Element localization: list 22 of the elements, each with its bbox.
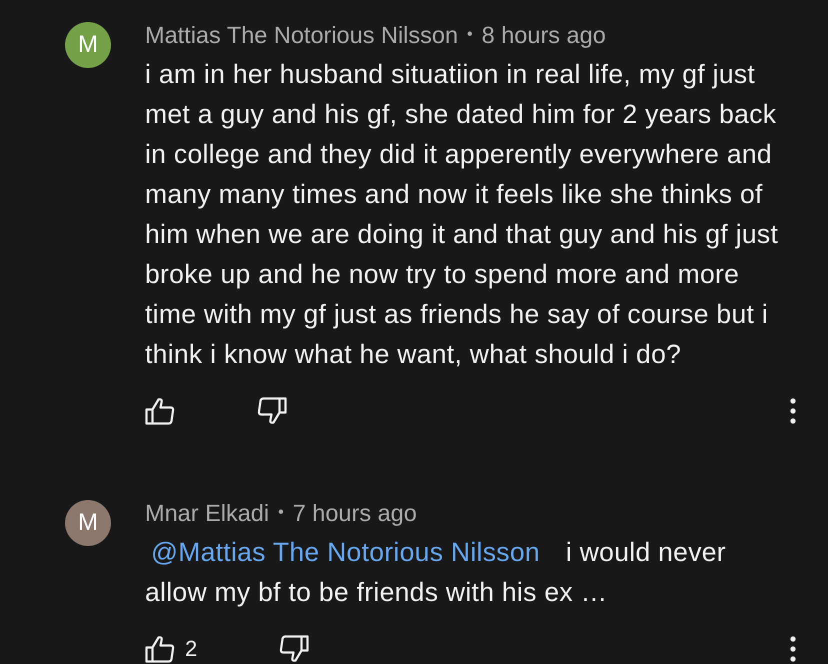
comment-text: i am in her husband situatiion in real life, my gf just met a guy and his gf, she dated him for 2 years back in college and they did it apperently everywhere and many many times and now it feels like she thinks of him when we are doing it and that guy and his gf just broke up and he now try to spend more and more time with my gf just as friends he say of course but i think i know what he want, what should i do?: [145, 58, 780, 371]
thumbs-down-icon: [279, 635, 310, 663]
separator-dot: •: [278, 503, 284, 523]
separator-dot: •: [467, 25, 473, 45]
more-options-button[interactable]: [790, 636, 796, 662]
more-options-button[interactable]: [790, 398, 796, 424]
vertical-dots-icon: [790, 398, 796, 424]
like-button[interactable]: [145, 397, 175, 425]
author-name[interactable]: Mnar Elkadi: [145, 499, 270, 527]
comment-time[interactable]: 8 hours ago: [482, 21, 606, 49]
author-name[interactable]: Mattias The Notorious Nilsson: [145, 21, 458, 49]
dislike-button[interactable]: [279, 635, 310, 663]
avatar[interactable]: M: [65, 500, 111, 546]
dislike-button[interactable]: [257, 397, 287, 425]
comment-text: @Mattias The Notorious Nilsson i would never allow my bf to be friends with his ex …: [145, 536, 727, 609]
thumbs-up-icon: [145, 635, 175, 663]
thumbs-down-icon: [257, 397, 287, 425]
thumbs-up-icon: [145, 397, 175, 425]
vertical-dots-icon: [790, 636, 796, 662]
mention-link[interactable]: @Mattias The Notorious Nilsson: [145, 537, 566, 567]
like-button[interactable]: 2: [145, 635, 198, 663]
comment-time[interactable]: 7 hours ago: [292, 499, 417, 527]
